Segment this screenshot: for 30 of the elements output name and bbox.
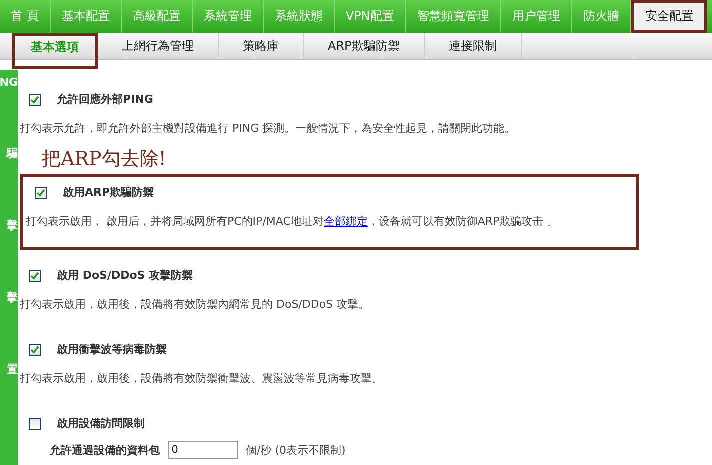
option-label: 啟用 DoS/DDoS 攻擊防禦 bbox=[57, 268, 194, 283]
option-description: 打勾表示允許，即允許外部主機對設備進行 PING 探測。一般情況下，為安全性起見，請關閉此功能。 bbox=[20, 121, 517, 136]
option-description: 打勾表示啟用，啟用後，設備將有效防禦內網常見的 DoS/DDoS 攻擊。 bbox=[20, 297, 371, 312]
field-label: 允許通過設備的資料包 bbox=[50, 442, 160, 458]
unit-label: 個/秒 (0表示不限制) bbox=[246, 442, 346, 458]
bind-all-link[interactable]: 全部綁定 bbox=[324, 215, 368, 228]
sidebar-item[interactable]: 擊 bbox=[7, 290, 18, 305]
option-description: 打勾表示啟用，啟用後，設備將有效防禦衝擊波、震盪波等常見病毒攻擊。 bbox=[20, 371, 384, 386]
nav-tab[interactable]: 安全配置 bbox=[631, 0, 708, 33]
sidebar-item[interactable]: NG bbox=[0, 76, 18, 89]
sub-tab[interactable]: 連接限制 bbox=[424, 33, 522, 59]
checkbox[interactable] bbox=[29, 270, 41, 282]
sub-tab[interactable]: 基本選項 bbox=[12, 33, 98, 69]
handwritten-note: 把ARP勾去除! bbox=[41, 147, 168, 172]
checkbox[interactable] bbox=[35, 186, 47, 198]
sub-tab[interactable]: 策略庫 bbox=[219, 33, 304, 59]
option-label: 允許回應外部PING bbox=[57, 92, 154, 107]
option-label: 啟用ARP欺騙防禦 bbox=[63, 185, 154, 200]
sub-tab[interactable]: ARP欺騙防禦 bbox=[304, 33, 425, 59]
checkbox[interactable] bbox=[29, 344, 41, 356]
sidebar-item[interactable]: 置 bbox=[7, 362, 18, 377]
option-label: 啟用衝擊波等病毒防禦 bbox=[57, 342, 167, 357]
sidebar-item[interactable]: 騙 bbox=[7, 146, 18, 161]
packet-limit-field[interactable]: 0 bbox=[168, 441, 238, 459]
sub-tab[interactable]: 上網行為管理 bbox=[98, 33, 219, 59]
option-label: 啟用設備訪問限制 bbox=[57, 416, 145, 431]
checkbox[interactable] bbox=[29, 418, 41, 430]
option-description: 打勾表示啟用， 啟用后，并将局域网所有PC的IP/MAC地址对全部綁定，设备就可以有效防御ARP欺骗攻击 。 bbox=[26, 214, 560, 229]
sidebar-item[interactable]: 擊 bbox=[7, 218, 18, 233]
checkbox[interactable] bbox=[29, 94, 41, 106]
